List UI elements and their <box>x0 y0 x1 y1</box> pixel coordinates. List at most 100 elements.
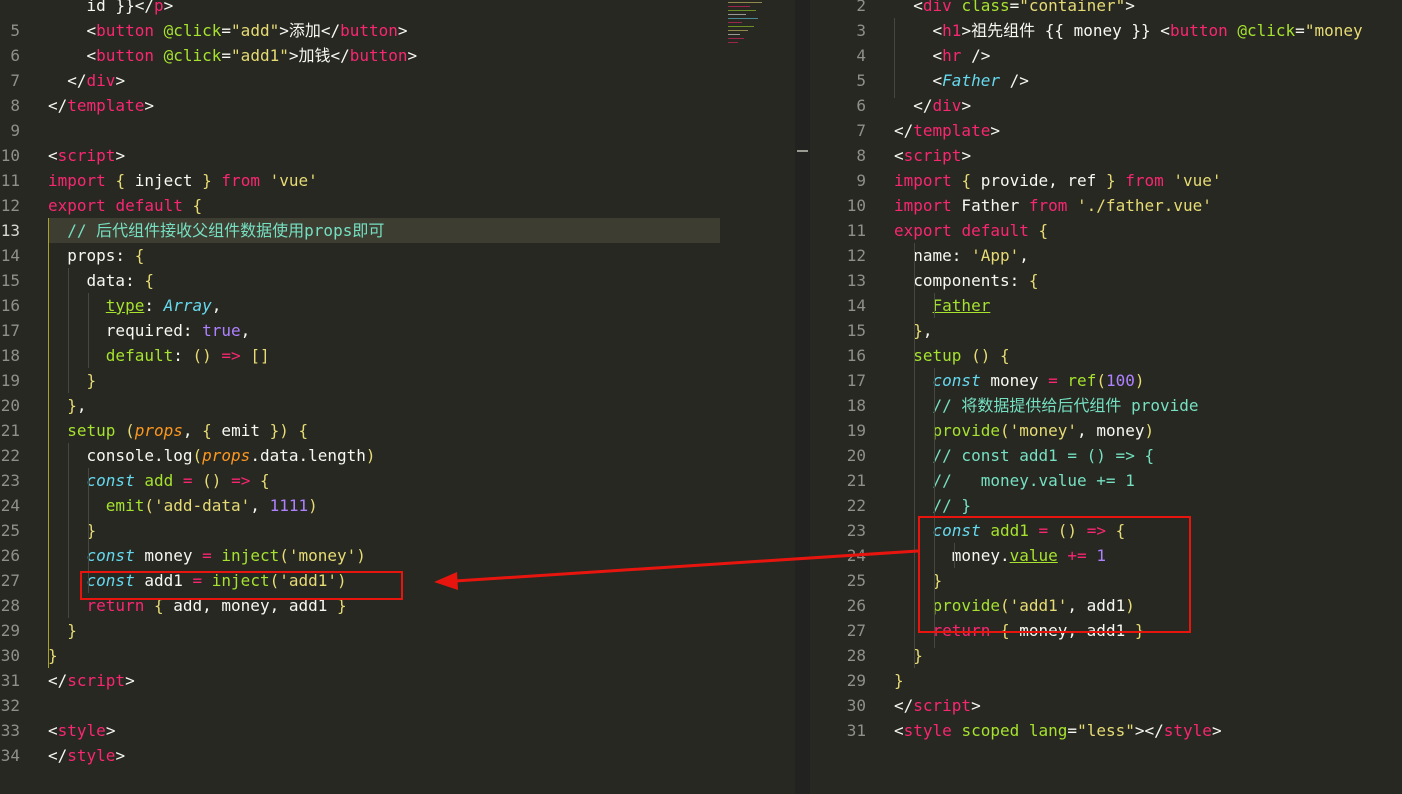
code-token: true <box>202 321 241 340</box>
code-token: "less" <box>1077 721 1135 740</box>
line-number: 17 <box>846 371 866 390</box>
code-token: } <box>86 371 97 390</box>
code-token: , <box>211 296 222 315</box>
code-text: const add = () => { <box>48 468 270 493</box>
code-token: } <box>67 396 77 415</box>
code-token: ( <box>125 421 135 440</box>
code-token: export <box>48 196 106 215</box>
line-number: 24 <box>846 546 866 565</box>
code-text: // 将数据提供给后代组件 provide <box>894 393 1199 418</box>
code-token: .data.length <box>250 446 366 465</box>
code-token: { <box>259 471 270 490</box>
code-token: > <box>961 146 972 165</box>
line-number: 9 <box>10 121 20 140</box>
code-text: <style> <box>48 718 115 743</box>
line-number: 23 <box>0 471 20 490</box>
line-number: 7 <box>856 121 866 140</box>
code-token: } <box>202 171 212 190</box>
split-divider[interactable] <box>795 0 810 794</box>
code-token: button <box>349 46 408 65</box>
code-token: required: <box>48 321 203 340</box>
indent-guide <box>88 293 89 368</box>
code-token: } <box>48 646 58 665</box>
line-number: 33 <box>0 721 20 740</box>
right-editor-pane[interactable]: 2 <div class="container"> 3 <h1>祖先组件 {{ m… <box>810 0 1402 794</box>
line-number: 13 <box>846 271 866 290</box>
code-token: { <box>192 196 203 215</box>
line-number: 25 <box>0 521 20 540</box>
line-number: 11 <box>846 221 866 240</box>
line-number: 18 <box>846 396 866 415</box>
code-text: <button @click="add">添加</button> <box>48 18 408 43</box>
code-text: <script> <box>48 143 125 168</box>
code-token: () <box>192 346 212 365</box>
line-number: 11 <box>0 171 20 190</box>
code-token: from <box>221 171 260 190</box>
code-text: <h1>祖先组件 {{ money }} <button @click="mon… <box>894 18 1363 43</box>
line-number: 28 <box>846 646 866 665</box>
code-token: Father <box>932 296 991 315</box>
code-token: default <box>105 346 174 365</box>
line-number: 20 <box>846 446 866 465</box>
code-token: p <box>153 0 164 15</box>
code-text: type: Array, <box>48 293 222 318</box>
code-text: import Father from './father.vue' <box>894 193 1212 218</box>
code-text: console.log(props.data.length) <box>48 443 376 468</box>
code-token: () <box>202 471 222 490</box>
code-text: // } <box>894 493 972 518</box>
code-token: ) <box>356 546 366 565</box>
left-editor-pane[interactable]: id }}</p> 5 <button @click="add">添加</butt… <box>0 0 795 794</box>
code-token: export <box>894 221 952 240</box>
line-number: 29 <box>0 621 20 640</box>
code-token: default <box>115 196 183 215</box>
code-token: = <box>202 546 212 565</box>
code-token: { <box>961 171 972 190</box>
code-token: 'money' <box>288 546 357 565</box>
code-token: emit <box>105 496 145 515</box>
code-text: // const add1 = () => { <box>894 443 1155 468</box>
code-text: <button @click="add1">加钱</button> <box>48 43 418 68</box>
code-token: </ <box>894 96 933 115</box>
code-token: < <box>48 46 97 65</box>
line-number: 19 <box>846 421 866 440</box>
code-token: money <box>980 371 1049 390</box>
code-token: > <box>144 96 154 115</box>
code-text: export default { <box>48 193 202 218</box>
code-token: > <box>163 0 174 15</box>
code-token: = <box>221 46 232 65</box>
line-number: 22 <box>0 446 20 465</box>
code-token: @click <box>153 46 222 65</box>
code-token: = <box>1048 371 1058 390</box>
code-token: } <box>67 621 77 640</box>
code-token: import <box>894 196 952 215</box>
indent-guide <box>68 268 69 393</box>
code-token: button <box>340 21 398 40</box>
code-token: , <box>922 321 933 340</box>
indent-guide <box>68 443 69 618</box>
code-token: > <box>971 696 981 715</box>
minimap[interactable] <box>728 2 768 50</box>
code-token: add <box>144 471 174 490</box>
code-token: ( <box>1096 371 1106 390</box>
line-number: 27 <box>846 621 866 640</box>
code-token: => <box>221 346 241 365</box>
code-token: /> <box>961 46 991 65</box>
code-token: > <box>115 146 126 165</box>
code-text: default: () => [] <box>48 343 270 368</box>
code-token: script <box>67 671 126 690</box>
code-token: provide <box>932 421 1000 440</box>
code-text: <div class="container"> <box>894 0 1135 18</box>
code-token: div <box>86 71 116 90</box>
code-token: { <box>1038 221 1049 240</box>
